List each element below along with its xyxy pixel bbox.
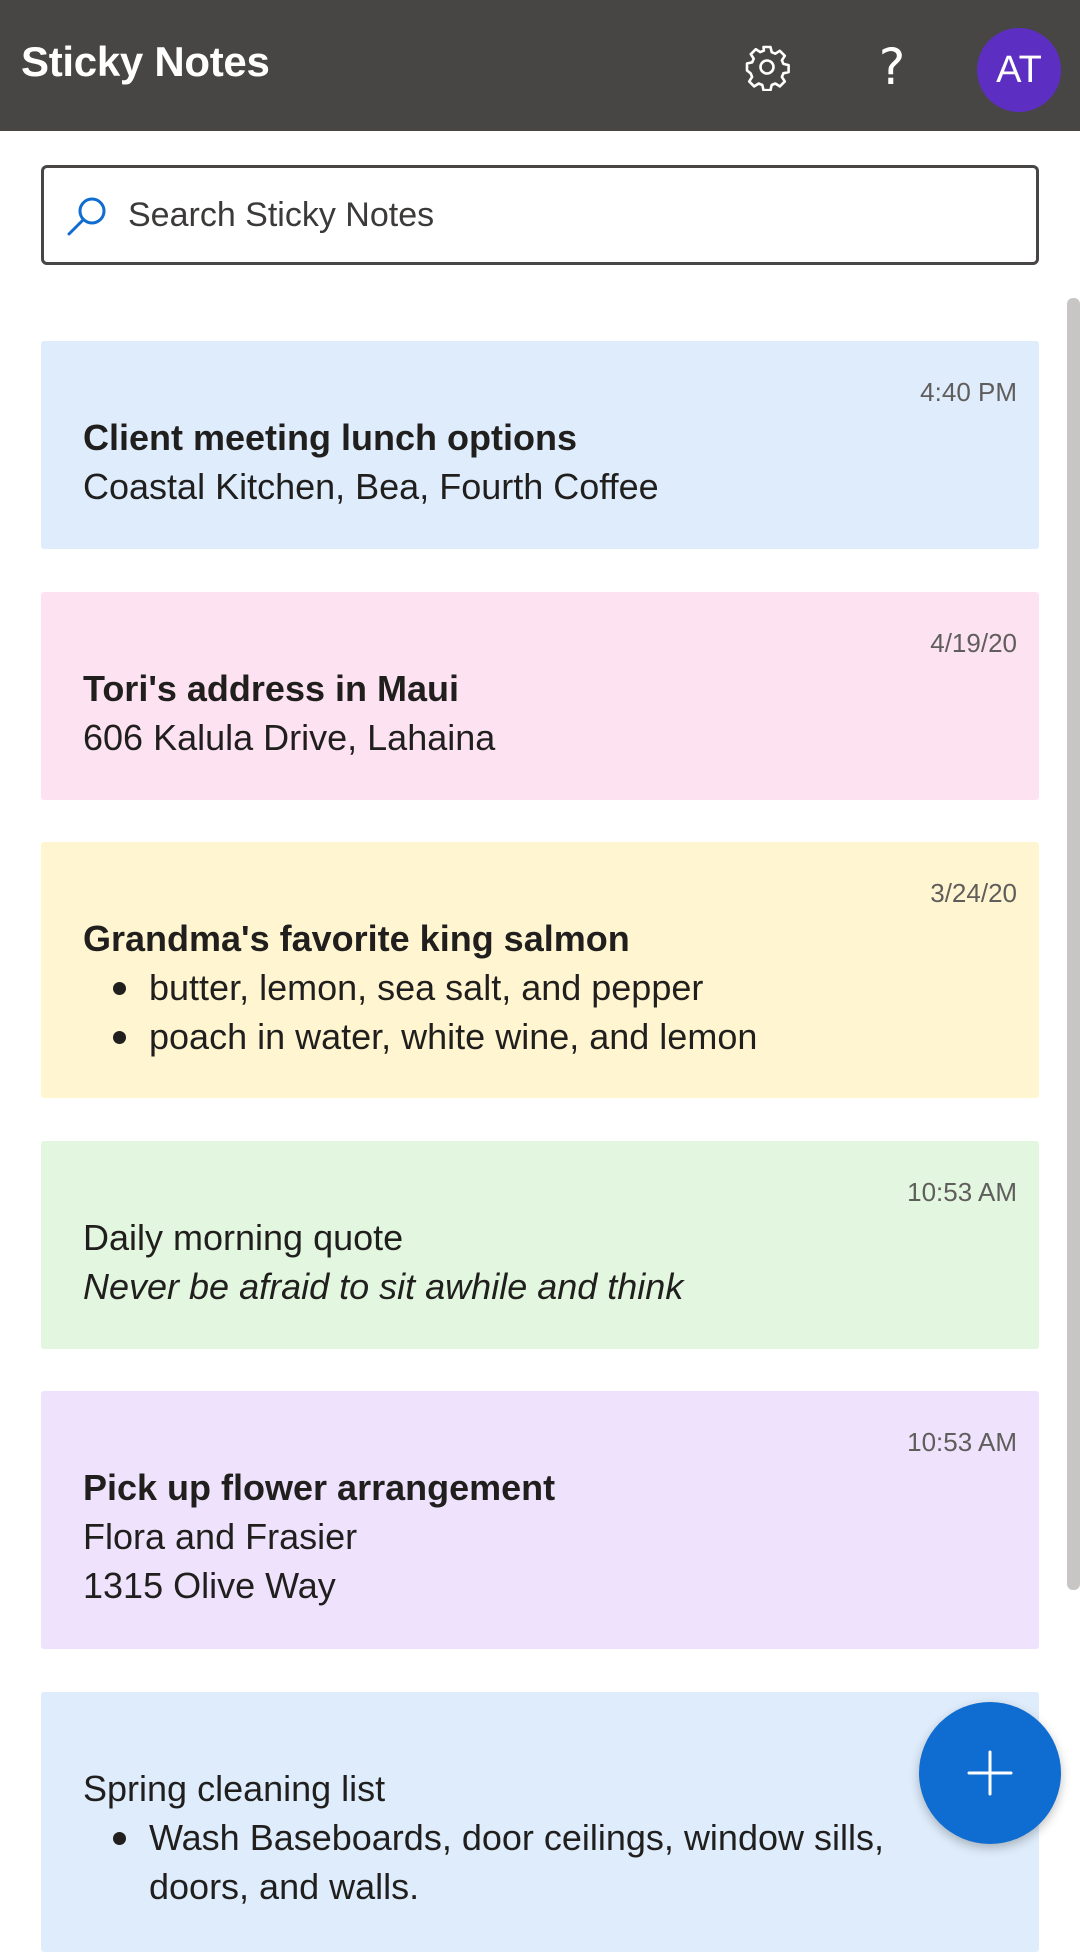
scrollbar[interactable] (1067, 298, 1080, 1590)
note-card[interactable]: 4:40 PM Client meeting lunch options Coast… (41, 341, 1039, 549)
note-card[interactable]: 3/24/20 Grandma's favorite king salmon but… (41, 842, 1039, 1098)
app-title: Sticky Notes (21, 38, 270, 85)
note-text: Spring cleaning list (83, 1768, 386, 1809)
note-body-line: Coastal Kitchen, Bea, Fourth Coffee (83, 466, 659, 507)
note-title: Client meeting lunch options (83, 417, 577, 458)
note-card[interactable]: 10:53 AM Daily morning quote Never be afra… (41, 1141, 1039, 1349)
help-button[interactable]: ? (847, 22, 937, 112)
note-content: Spring cleaning list Wash Baseboards, doo… (83, 1764, 929, 1911)
note-timestamp: 4/19/20 (930, 628, 1017, 658)
note-bullet: poach in water, white wine, and lemon (83, 1012, 929, 1061)
note-card[interactable]: 4/19/20 Tori's address in Maui 606 Kalula … (41, 592, 1039, 800)
note-content: Client meeting lunch options Coastal Kitc… (83, 413, 929, 511)
note-body-line: 606 Kalula Drive, Lahaina (83, 717, 496, 758)
avatar[interactable]: AT (977, 28, 1061, 112)
note-content: Tori's address in Maui 606 Kalula Drive, … (83, 664, 929, 762)
note-timestamp: 4:40 PM (920, 377, 1017, 407)
note-title: Pick up flower arrangement (83, 1467, 556, 1508)
note-title: Grandma's favorite king salmon (83, 918, 630, 959)
note-bullet: doors, and walls. (149, 1866, 420, 1907)
plus-icon (967, 1750, 1013, 1796)
note-content: Pick up flower arrangement Flora and Fras… (83, 1463, 929, 1610)
note-content: Grandma's favorite king salmon butter, le… (83, 914, 929, 1061)
app-header: Sticky Notes ? AT (0, 0, 1080, 131)
note-bullet: Wash Baseboards, door ceilings, window s… (83, 1813, 929, 1862)
note-body-line: 1315 Olive Way (83, 1565, 336, 1606)
note-timestamp: 10:53 AM (907, 1177, 1017, 1207)
search-icon (67, 197, 106, 236)
settings-button[interactable] (722, 22, 812, 112)
note-timestamp: 10:53 AM (907, 1427, 1017, 1457)
note-timestamp: 3/24/20 (930, 878, 1017, 908)
search-input[interactable] (128, 168, 1008, 262)
note-card[interactable]: 10:53 AM Pick up flower arrangement Flora … (41, 1391, 1039, 1649)
new-note-button[interactable] (919, 1702, 1061, 1844)
note-bullet: butter, lemon, sea salt, and pepper (83, 963, 929, 1012)
note-italic-text: Never be afraid to sit awhile and think (83, 1266, 684, 1307)
note-title: Tori's address in Maui (83, 668, 459, 709)
note-body-line: Flora and Frasier (83, 1516, 358, 1557)
search-box[interactable] (41, 165, 1039, 265)
gear-icon (745, 45, 790, 91)
note-text: Daily morning quote (83, 1217, 404, 1258)
note-content: Daily morning quote Never be afraid to si… (83, 1213, 929, 1311)
question-icon: ? (878, 38, 906, 96)
note-card[interactable]: 10Spring cleaning listWash Baseboards, d… (41, 1692, 1039, 1952)
